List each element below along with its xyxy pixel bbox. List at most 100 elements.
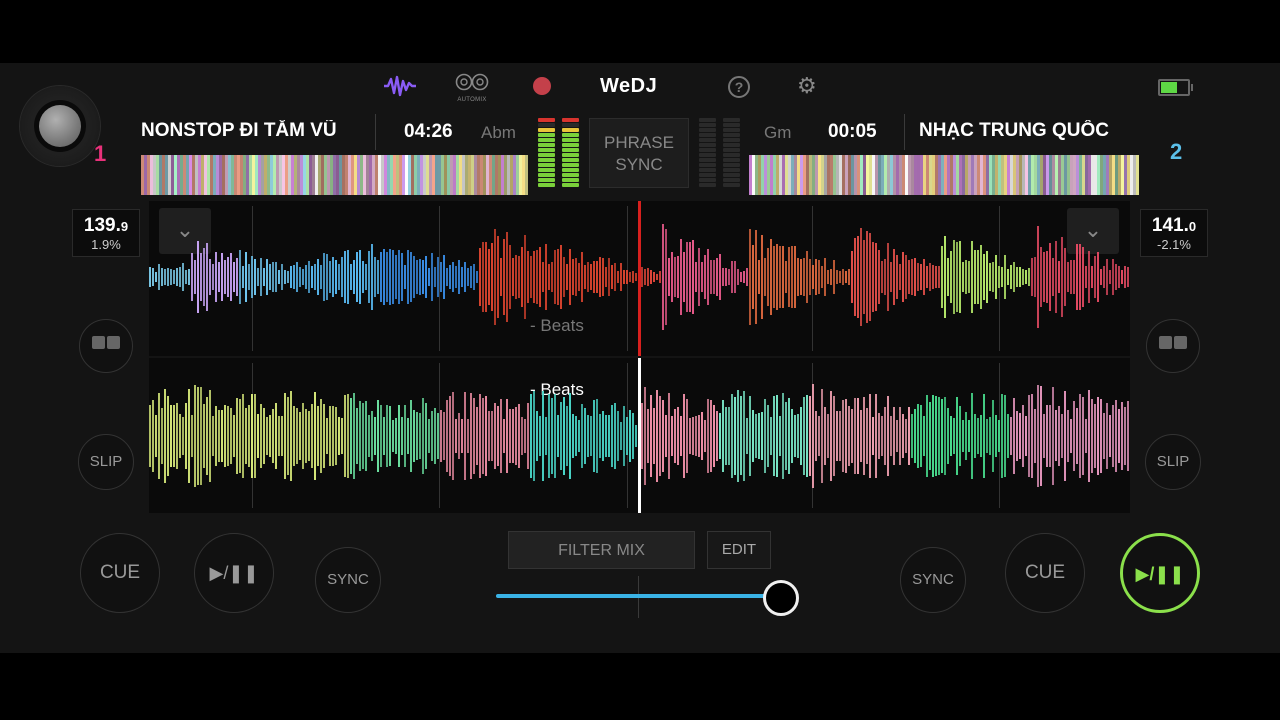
waveform-bar <box>401 253 403 301</box>
deck2-cue-button[interactable]: CUE <box>1005 533 1085 613</box>
gear-icon[interactable]: ⚙ <box>797 73 817 99</box>
waveform-bar <box>449 395 451 477</box>
waveform-bar <box>305 409 307 463</box>
filter-mix-button[interactable]: FILTER MIX <box>508 531 695 569</box>
waveform-bar <box>851 251 853 303</box>
deck2-slip-button[interactable]: SLIP <box>1145 434 1201 490</box>
waveform-bar <box>1112 259 1114 295</box>
waveform-bar <box>803 397 805 475</box>
automix-label: AUTOMIX <box>457 97 487 103</box>
waveform-bar <box>179 267 181 287</box>
deck2-bpm[interactable]: 141.0 -2.1% <box>1140 209 1208 257</box>
deck1-bpm[interactable]: 139.9 1.9% <box>72 209 140 257</box>
waveform-bar <box>668 392 670 480</box>
waveform-bar <box>182 417 184 455</box>
waveform-bar <box>899 263 901 291</box>
waveform-bar <box>740 272 742 282</box>
deck1-track-title[interactable]: NONSTOP ĐI TẮM VŨ <box>141 120 359 142</box>
waveform-bar <box>686 398 688 474</box>
deck2-play-button[interactable]: ▶/❚❚ <box>1120 533 1200 613</box>
waveform-bar <box>971 393 973 479</box>
waveform-bar <box>1016 411 1018 461</box>
deck2-track-title[interactable]: NHẠC TRUNG QUỐC <box>919 120 1137 142</box>
waveform-bar <box>800 259 802 295</box>
deck1-play-button[interactable]: ▶/❚❚ <box>194 533 274 613</box>
waveform-bar <box>770 416 772 456</box>
loop-icon <box>107 336 120 349</box>
waveform-bar <box>482 398 484 474</box>
deck1-sync-button[interactable]: SYNC <box>315 547 381 613</box>
deck1-loop-button[interactable] <box>79 319 133 373</box>
waveform-bar <box>842 400 844 472</box>
waveform-bar <box>374 416 376 456</box>
waveform-bar <box>1058 260 1060 294</box>
waveform-bar <box>281 264 283 290</box>
waveform-bar <box>800 406 802 466</box>
phrase-sync-button[interactable]: PHRASE SYNC <box>589 118 689 188</box>
meter-segment <box>538 163 555 167</box>
waveform-bar <box>506 399 508 473</box>
meter-segment <box>699 133 716 137</box>
waveform-bar <box>320 265 322 289</box>
waveform-bar <box>257 267 259 287</box>
automix-button[interactable]: AUTOMIX <box>452 73 492 103</box>
meter-segment <box>562 178 579 182</box>
waveform-bar <box>707 398 709 474</box>
crossfader-track[interactable] <box>496 594 779 598</box>
waveform-bar <box>632 271 634 283</box>
waveform-bar <box>1007 268 1009 286</box>
waveform-bar <box>773 246 775 308</box>
chevron-down-icon[interactable]: ⌄ <box>1067 208 1119 254</box>
waveform-bar <box>650 270 652 284</box>
waveform-bar <box>902 413 904 459</box>
jog-wheel[interactable] <box>20 86 100 166</box>
deck2-waveform[interactable]: - Beats <box>149 358 1130 513</box>
waveform-bar <box>662 224 664 330</box>
deck1-cue-button[interactable]: CUE <box>80 533 160 613</box>
waveform-bar <box>677 255 679 299</box>
deck1-waveform[interactable]: ⌄ ⌄ - Beats <box>149 201 1130 356</box>
deck1-overview-waveform[interactable] <box>141 155 530 195</box>
waveform-bar <box>296 407 298 465</box>
waveform-bar <box>500 399 502 473</box>
deck2-loop-button[interactable] <box>1146 319 1200 373</box>
waveform-bar <box>1091 265 1093 289</box>
waveform-bar <box>260 404 262 468</box>
waveform-bar <box>383 416 385 456</box>
waveform-bar <box>476 270 478 284</box>
waveform-bar <box>716 258 718 296</box>
waveform-bar <box>1040 247 1042 307</box>
waveform-bar <box>515 406 517 466</box>
waveform-bar <box>317 406 319 466</box>
waveform-bar <box>539 247 541 307</box>
waveform-bar <box>464 262 466 292</box>
waveform-bar <box>548 263 550 291</box>
meter-segment <box>538 158 555 162</box>
help-icon[interactable]: ? <box>728 76 750 98</box>
waveform-bar <box>1034 409 1036 463</box>
waveform-bar <box>824 406 826 466</box>
waveform-bar <box>779 245 781 309</box>
waveform-bar <box>1121 401 1123 471</box>
waveform-bar <box>863 239 865 315</box>
waveform-bar <box>716 411 718 461</box>
record-icon[interactable] <box>533 77 551 95</box>
deck2-overview-waveform[interactable] <box>749 155 1139 195</box>
deck2-sync-button[interactable]: SYNC <box>900 547 966 613</box>
jog-knob[interactable] <box>39 105 81 147</box>
waveform-bar <box>944 397 946 475</box>
waveform-bar <box>344 250 346 304</box>
waveform-bar <box>932 395 934 477</box>
edit-button[interactable]: EDIT <box>707 531 771 569</box>
deck2-level-meter-r <box>723 118 740 189</box>
deck1-bpm-decimal: 9 <box>120 219 129 234</box>
deck1-slip-button[interactable]: SLIP <box>78 434 134 490</box>
waveform-bar <box>836 270 838 284</box>
waveform-bar <box>908 259 910 295</box>
waveform-bar <box>629 409 631 463</box>
waveform-bar <box>728 268 730 286</box>
chevron-down-icon[interactable]: ⌄ <box>159 208 211 254</box>
waveform-icon[interactable] <box>383 75 417 97</box>
crossfader-knob[interactable] <box>763 580 799 616</box>
waveform-bar <box>956 396 958 476</box>
